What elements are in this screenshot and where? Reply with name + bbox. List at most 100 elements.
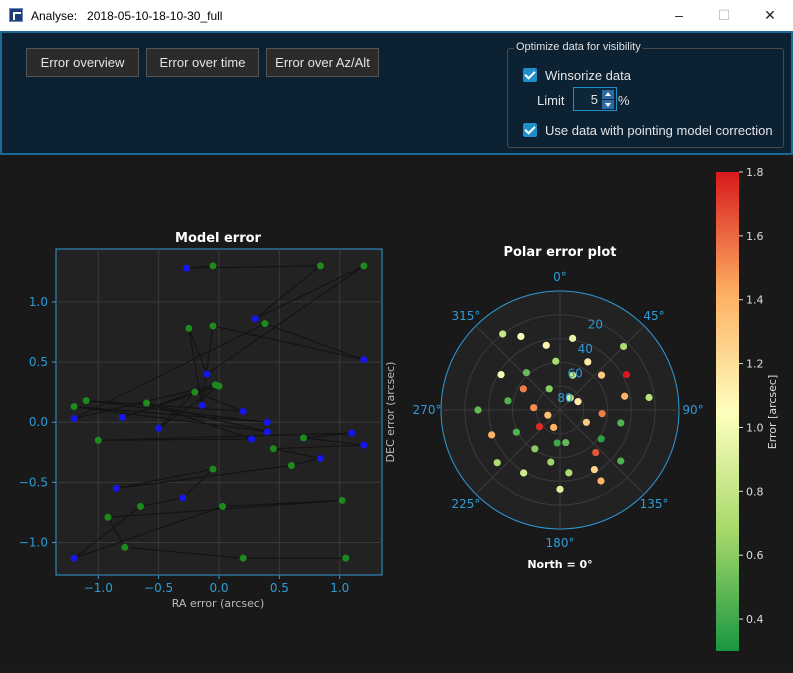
plot-area: Model error −1.0 −0.5 0.0 0.5 1.0 −1.0 −0.5 0.0… — [0, 155, 793, 668]
scatter-title: Model error — [175, 231, 262, 246]
error-overview-button[interactable]: Error overview — [26, 48, 139, 77]
green-point — [316, 262, 324, 270]
polar-angle-label: 270° — [413, 403, 442, 417]
polar-point — [547, 458, 555, 466]
limit-label: Limit — [537, 93, 565, 108]
scatter-xlabel: RA error (arcsec) — [172, 597, 265, 610]
winsorize-checkbox[interactable] — [523, 68, 537, 82]
polar-angle-label: 0° — [553, 270, 567, 284]
x-tick-label: 0.0 — [209, 581, 228, 595]
polar-point — [512, 428, 521, 436]
optimize-group-legend: Optimize data for visibility — [514, 41, 643, 53]
colorbar-tick-label: 1.0 — [746, 421, 764, 434]
polar-point — [497, 370, 505, 379]
blue-point — [179, 494, 187, 502]
minimize-button[interactable]: – — [656, 0, 702, 31]
optimize-group: Optimize data for visibility Winsorize d… — [507, 41, 784, 148]
polar-point — [504, 397, 512, 405]
blue-point — [70, 554, 78, 562]
polar-point — [545, 385, 553, 393]
polar-title: Polar error plot — [503, 245, 616, 260]
close-button[interactable]: ✕ — [747, 0, 793, 31]
y-tick-label: −1.0 — [19, 536, 48, 550]
polar-point — [592, 448, 600, 457]
spin-down-icon[interactable] — [602, 100, 614, 109]
app-icon — [9, 8, 23, 22]
colorbar-label: Error [arcsec] — [766, 375, 779, 450]
limit-spinbox[interactable]: 5 — [573, 87, 617, 111]
app-label: Analyse: — [31, 9, 78, 23]
polar-radial-label: 40 — [578, 342, 593, 356]
title-bar: Analyse: 2018-05-10-18-10-30_full – ☐ ✕ — [0, 0, 793, 31]
blue-point — [360, 441, 368, 449]
polar-point — [544, 411, 552, 419]
polar-point — [520, 469, 528, 477]
polar-point — [597, 435, 605, 443]
winsorize-label: Winsorize data — [545, 68, 631, 83]
blue-point — [263, 418, 271, 426]
x-tick-label: 0.5 — [270, 581, 289, 595]
polar-point — [590, 465, 598, 474]
blue-point — [251, 315, 259, 323]
polar-point — [617, 457, 625, 465]
colorbar-tick-label: 0.6 — [746, 549, 764, 562]
polar-point — [621, 392, 629, 400]
green-point — [209, 465, 217, 473]
polar-point — [556, 485, 564, 493]
polar-point — [530, 404, 538, 412]
green-point — [82, 397, 90, 405]
colorbar-tick-label: 1.4 — [746, 294, 764, 307]
polar-radial-label: 80 — [557, 391, 572, 405]
colorbar-tick-label: 0.8 — [746, 485, 764, 498]
error-over-time-button[interactable]: Error over time — [146, 48, 259, 77]
green-point — [185, 324, 193, 332]
y-tick-label: 0.5 — [29, 355, 48, 369]
blue-point — [155, 424, 163, 432]
x-tick-label: −1.0 — [84, 581, 113, 595]
blue-point — [263, 428, 271, 436]
polar-angle-label: 90° — [682, 403, 703, 417]
polar-angle-label: 180° — [546, 536, 575, 550]
blue-point — [182, 264, 190, 272]
polar-point — [550, 423, 558, 431]
green-point — [70, 403, 78, 411]
polar-point — [562, 438, 570, 447]
x-tick-label: 1.0 — [330, 581, 349, 595]
pointing-correction-checkbox[interactable] — [523, 123, 537, 137]
file-name: 2018-05-10-18-10-30_full — [87, 9, 223, 23]
polar-point — [535, 423, 544, 431]
polar-point — [645, 393, 653, 402]
green-point — [209, 262, 217, 270]
polar-point — [519, 385, 527, 393]
error-over-azalt-button[interactable]: Error over Az/Alt — [266, 48, 379, 77]
y-tick-label: 1.0 — [29, 295, 48, 309]
blue-point — [203, 370, 211, 378]
colorbar-tick-label: 1.8 — [746, 166, 764, 179]
polar-point — [553, 439, 561, 447]
green-point — [209, 322, 217, 330]
spin-up-icon[interactable] — [602, 90, 614, 99]
blue-point — [118, 413, 126, 421]
polar-point — [622, 371, 631, 379]
green-point — [269, 445, 277, 453]
polar-point — [617, 419, 625, 427]
pointing-correction-label: Use data with pointing model correction — [545, 123, 773, 138]
polar-point — [597, 371, 606, 379]
green-point — [137, 502, 145, 510]
colorbar-tick-label: 1.2 — [746, 358, 764, 371]
limit-value: 5 — [590, 92, 598, 107]
polar-radial-label: 20 — [588, 317, 603, 331]
blue-point — [70, 415, 78, 423]
green-point — [338, 496, 346, 504]
blue-point — [112, 484, 120, 492]
colorbar-ticks: 1.8 1.6 1.4 1.2 1.0 0.8 0.6 0.4 — [739, 166, 764, 626]
colorbar-tick-label: 0.4 — [746, 613, 764, 626]
green-point — [191, 388, 199, 396]
polar-angle-label: 135° — [640, 497, 669, 511]
polar-point — [488, 431, 496, 439]
plots-canvas: Model error −1.0 −0.5 0.0 0.5 1.0 −1.0 −0.5 0.0… — [19, 166, 779, 651]
polar-point — [517, 332, 525, 341]
polar-point — [582, 418, 590, 426]
maximize-button[interactable]: ☐ — [701, 0, 747, 31]
polar-angle-label: 315° — [452, 309, 481, 323]
